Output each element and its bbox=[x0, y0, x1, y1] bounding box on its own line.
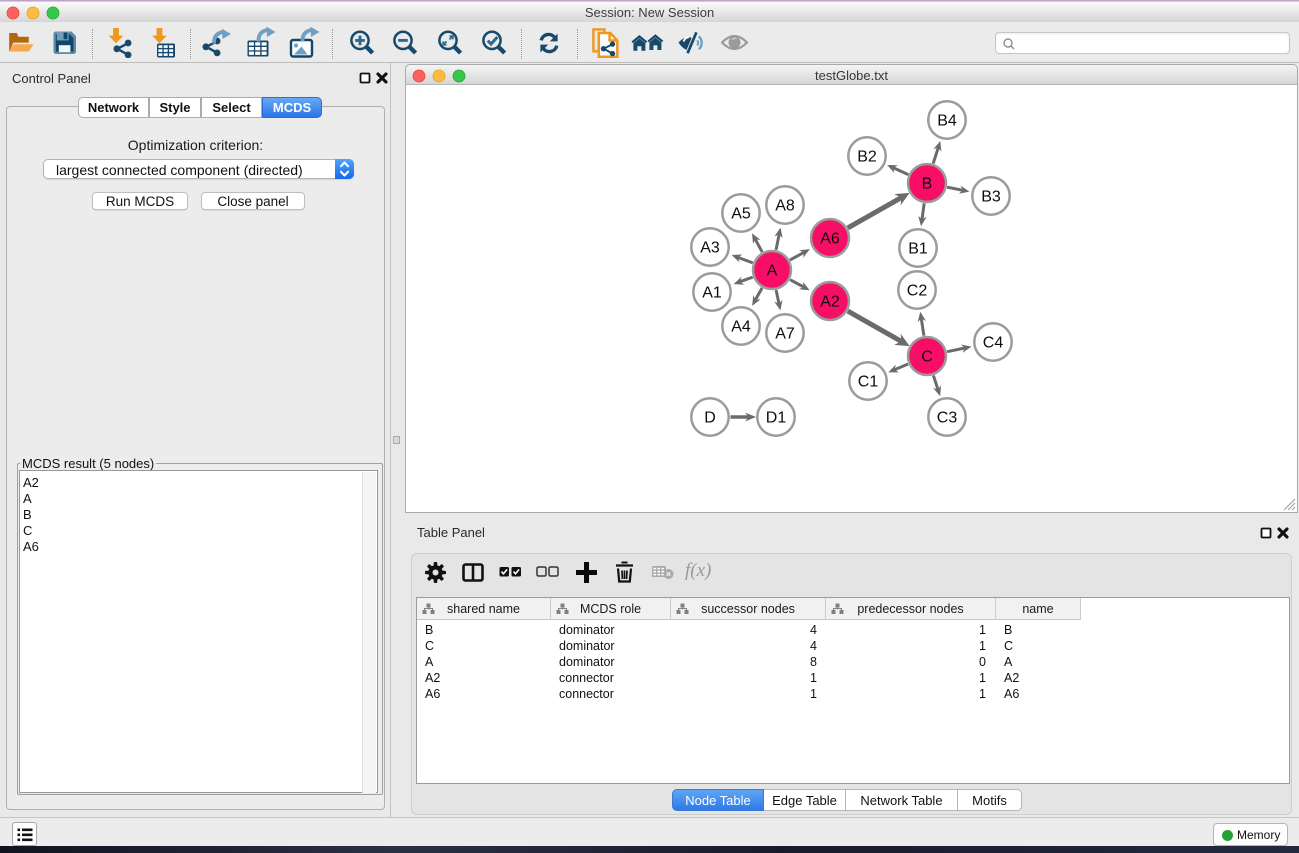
svg-text:C: C bbox=[921, 349, 933, 366]
svg-text:C3: C3 bbox=[937, 410, 958, 427]
svg-text:A2: A2 bbox=[820, 294, 840, 311]
svg-text:A7: A7 bbox=[775, 326, 795, 343]
svg-text:B2: B2 bbox=[857, 149, 877, 166]
svg-text:B3: B3 bbox=[981, 189, 1001, 206]
svg-text:A8: A8 bbox=[775, 198, 795, 215]
svg-text:B: B bbox=[922, 176, 933, 193]
svg-text:A: A bbox=[767, 263, 778, 280]
svg-text:A6: A6 bbox=[820, 231, 840, 248]
svg-text:B4: B4 bbox=[937, 113, 957, 130]
svg-text:C1: C1 bbox=[858, 374, 879, 391]
svg-text:A5: A5 bbox=[731, 206, 751, 223]
svg-text:A4: A4 bbox=[731, 319, 751, 336]
svg-text:A1: A1 bbox=[702, 285, 722, 302]
svg-text:B1: B1 bbox=[908, 241, 928, 258]
svg-text:D1: D1 bbox=[766, 410, 787, 427]
svg-text:C2: C2 bbox=[907, 283, 928, 300]
svg-text:C4: C4 bbox=[983, 335, 1004, 352]
svg-text:D: D bbox=[704, 410, 716, 427]
svg-text:A3: A3 bbox=[700, 240, 720, 257]
